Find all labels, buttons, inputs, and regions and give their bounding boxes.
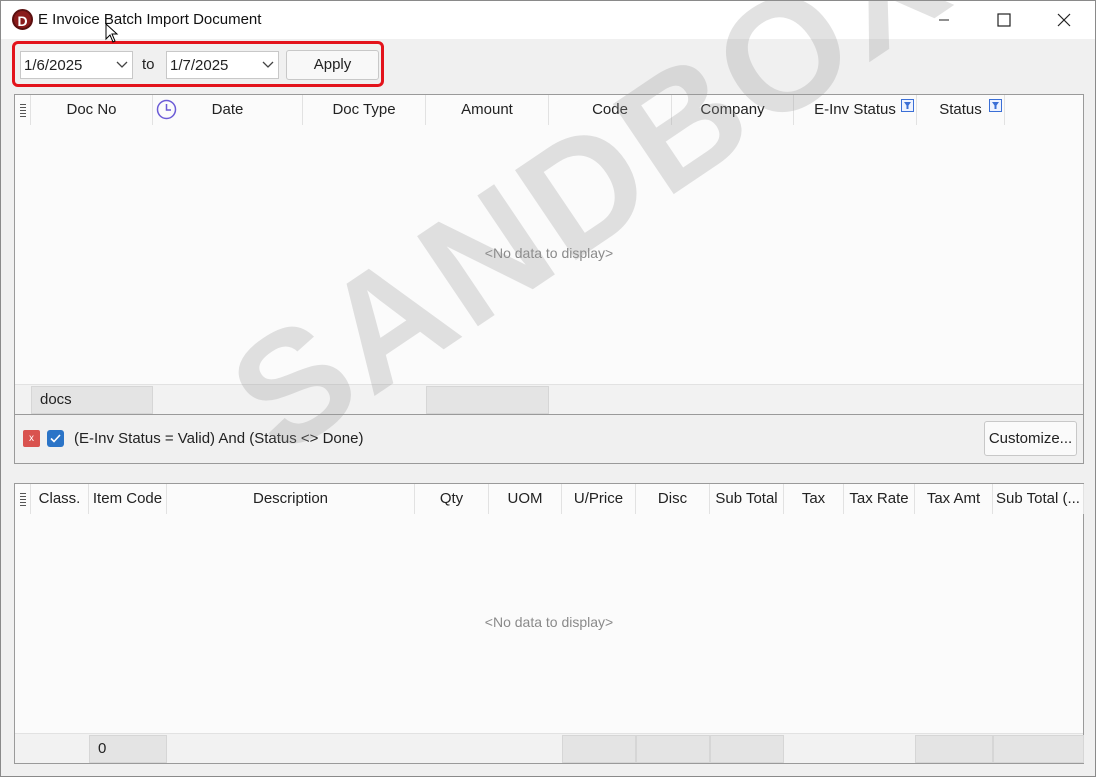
date-to-value: 1/7/2025 [170,57,229,74]
col-sub-total[interactable]: Sub Total [710,484,784,514]
customize-button[interactable]: Customize... [984,421,1077,456]
items-grid: Class. Item Code Description Qty UOM U/P… [14,483,1084,764]
window-title: E Invoice Batch Import Document [38,11,262,28]
chevron-down-icon [116,61,128,68]
col-status[interactable]: Status [917,95,1005,125]
col-u-price[interactable]: U/Price [562,484,636,514]
minimize-button[interactable] [915,1,973,39]
col-code[interactable]: Code [549,95,672,125]
clear-filter-button[interactable]: x [23,430,40,447]
documents-grid-header: Doc No Date Doc Type Amount Code Company… [15,95,1083,125]
mouse-cursor-icon [105,23,119,43]
col-qty[interactable]: Qty [415,484,489,514]
col-date[interactable]: Date [153,95,303,125]
close-button[interactable] [1035,1,1093,39]
col-tax[interactable]: Tax [784,484,844,514]
no-data-message: <No data to display> [484,614,614,630]
footer-summary-u-price [562,735,636,763]
col-status-label: Status [939,101,982,118]
col-doc-type[interactable]: Doc Type [303,95,426,125]
date-to-picker[interactable]: 1/7/2025 [166,51,279,79]
date-from-value: 1/6/2025 [24,57,83,74]
footer-summary-sub-total [710,735,784,763]
footer-summary-tax-amt [915,735,993,763]
col-date-label: Date [211,101,244,118]
filter-icon [989,99,1002,112]
no-data-message: <No data to display> [484,245,614,261]
column-chooser-icon[interactable] [15,95,31,125]
date-from-picker[interactable]: 1/6/2025 [20,51,133,79]
col-tax-amt[interactable]: Tax Amt [915,484,993,514]
col-sub-total-local[interactable]: Sub Total (... [993,484,1084,514]
minimize-icon [939,19,949,21]
col-einv-status[interactable]: E-Inv Status [794,95,917,125]
items-grid-header: Class. Item Code Description Qty UOM U/P… [15,484,1084,514]
footer-summary-amount [426,386,549,414]
col-uom[interactable]: UOM [489,484,562,514]
clock-icon [156,99,177,120]
col-tax-rate[interactable]: Tax Rate [844,484,915,514]
date-range-toolbar: 1/6/2025 to 1/7/2025 Apply [12,41,384,87]
close-icon [1057,13,1071,27]
footer-summary-item-count: 0 [89,735,167,763]
col-item-code[interactable]: Item Code [89,484,167,514]
check-icon [50,434,61,443]
items-grid-footer: 0 [15,733,1084,763]
documents-grid: Doc No Date Doc Type Amount Code Company… [14,94,1084,415]
col-class[interactable]: Class. [31,484,89,514]
footer-summary-disc [636,735,710,763]
filter-icon [901,99,914,112]
col-amount[interactable]: Amount [426,95,549,125]
maximize-icon [997,13,1011,27]
col-description[interactable]: Description [167,484,415,514]
footer-summary-sub-total-local [993,735,1084,763]
footer-summary-docs: docs [31,386,153,414]
title-bar[interactable]: D E Invoice Batch Import Document [1,1,1095,39]
filter-enabled-checkbox[interactable] [47,430,64,447]
col-doc-no[interactable]: Doc No [31,95,153,125]
to-label: to [142,56,155,73]
documents-grid-footer: docs [15,384,1083,414]
col-einv-status-label: E-Inv Status [814,101,896,118]
filter-expression[interactable]: (E-Inv Status = Valid) And (Status <> Do… [74,430,363,447]
maximize-button[interactable] [975,1,1033,39]
apply-button[interactable]: Apply [286,50,379,80]
app-window: D E Invoice Batch Import Document 1/6/20… [0,0,1096,777]
filter-panel: x (E-Inv Status = Valid) And (Status <> … [14,415,1084,464]
column-chooser-icon[interactable] [15,484,31,514]
col-company[interactable]: Company [672,95,794,125]
col-disc[interactable]: Disc [636,484,710,514]
chevron-down-icon [262,61,274,68]
app-logo-icon: D [12,9,33,30]
